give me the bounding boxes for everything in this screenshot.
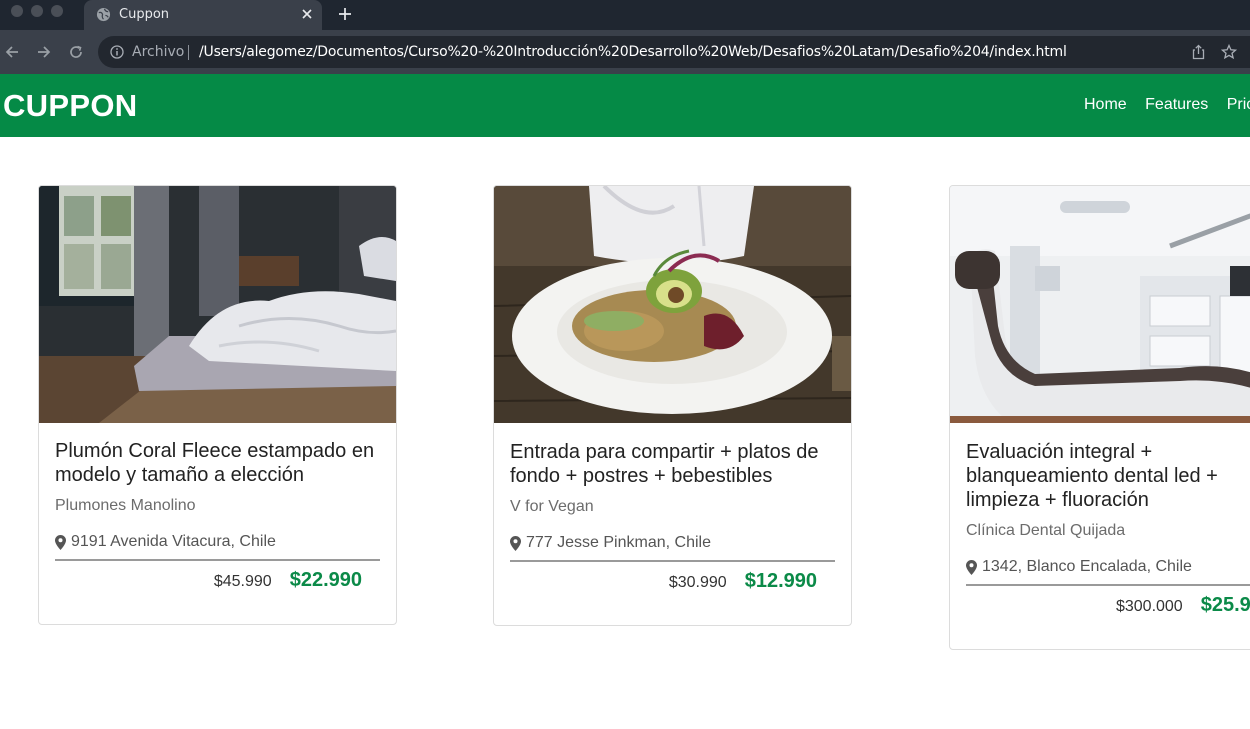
close-window-dot[interactable]: [11, 5, 23, 17]
price-discounted: $12.990: [744, 570, 817, 592]
site-navbar: CUPPON Home Features Pricing: [0, 74, 1250, 137]
card-merchant: Clínica Dental Quijada: [966, 522, 1126, 539]
coupon-card[interactable]: Plumón Coral Fleece estampado en modelo …: [38, 185, 397, 625]
nav-link-features[interactable]: Features: [1145, 96, 1208, 114]
nav-link-pricing[interactable]: Pricing: [1227, 96, 1250, 114]
card-prices: $30.990 $12.990: [510, 570, 835, 593]
reload-icon[interactable]: [68, 44, 84, 60]
zoom-window-dot[interactable]: [51, 5, 63, 17]
minimize-window-dot[interactable]: [31, 5, 43, 17]
map-pin-icon: [510, 535, 521, 551]
scheme-label: Archivo: [132, 44, 185, 60]
tab-title: Cuppon: [119, 7, 170, 22]
share-icon[interactable]: [1191, 44, 1206, 60]
card-divider: [55, 559, 380, 561]
new-tab-icon[interactable]: [337, 6, 353, 22]
info-icon[interactable]: [110, 45, 124, 59]
card-merchant: Plumones Manolino: [55, 497, 196, 514]
nav-links: Home Features Pricing: [1084, 96, 1250, 114]
page-content: Plumón Coral Fleece estampado en modelo …: [0, 137, 1250, 729]
location-text: 1342, Blanco Encalada, Chile: [982, 558, 1192, 575]
browser-tab-bar: Cuppon: [0, 0, 1250, 30]
close-icon[interactable]: [300, 7, 314, 21]
browser-tab[interactable]: Cuppon: [84, 0, 322, 30]
address-separator: [188, 45, 189, 60]
address-bar[interactable]: Archivo /Users/alegomez/Documentos/Curso…: [98, 36, 1250, 68]
dental-chair-photo: [950, 186, 1250, 423]
price-original: $30.990: [668, 574, 727, 591]
bedroom-photo: [39, 186, 396, 423]
card-prices: $45.990 $22.990: [55, 569, 380, 592]
card-title[interactable]: Plumón Coral Fleece estampado en modelo …: [55, 439, 380, 487]
location-text: 9191 Avenida Vitacura, Chile: [71, 533, 276, 550]
card-divider: [966, 584, 1250, 586]
brand-logo[interactable]: CUPPON: [3, 88, 137, 124]
globe-icon: [96, 7, 111, 22]
coupon-card[interactable]: Entrada para compartir + platos de fondo…: [493, 185, 852, 626]
bookmark-star-icon[interactable]: [1221, 44, 1237, 60]
browser-toolbar: Archivo /Users/alegomez/Documentos/Curso…: [0, 30, 1250, 74]
card-title[interactable]: Evaluación integral + blanqueamiento den…: [966, 440, 1250, 512]
price-discounted: $25.990: [1200, 594, 1250, 616]
map-pin-icon: [966, 559, 977, 575]
nav-link-home[interactable]: Home: [1084, 96, 1127, 114]
card-title[interactable]: Entrada para compartir + platos de fondo…: [510, 440, 835, 488]
coupon-card[interactable]: Evaluación integral + blanqueamiento den…: [949, 185, 1250, 650]
card-body: Evaluación integral + blanqueamiento den…: [966, 440, 1250, 617]
card-prices: $300.000 $25.990: [966, 594, 1250, 617]
card-body: Entrada para compartir + platos de fondo…: [510, 440, 835, 593]
forward-arrow-icon[interactable]: [36, 44, 52, 60]
card-location: 1342, Blanco Encalada, Chile: [966, 558, 1250, 576]
card-merchant: V for Vegan: [510, 498, 594, 515]
back-arrow-icon[interactable]: [4, 44, 20, 60]
card-body: Plumón Coral Fleece estampado en modelo …: [55, 439, 380, 592]
vegan-salad-photo: [494, 186, 851, 423]
url-text[interactable]: /Users/alegomez/Documentos/Curso%20-%20I…: [199, 44, 1067, 60]
price-original: $300.000: [1115, 598, 1183, 615]
map-pin-icon: [55, 534, 66, 550]
price-original: $45.990: [213, 573, 272, 590]
price-discounted: $22.990: [289, 569, 362, 591]
card-location: 9191 Avenida Vitacura, Chile: [55, 533, 380, 551]
card-location: 777 Jesse Pinkman, Chile: [510, 534, 835, 552]
location-text: 777 Jesse Pinkman, Chile: [526, 534, 711, 551]
card-divider: [510, 560, 835, 562]
